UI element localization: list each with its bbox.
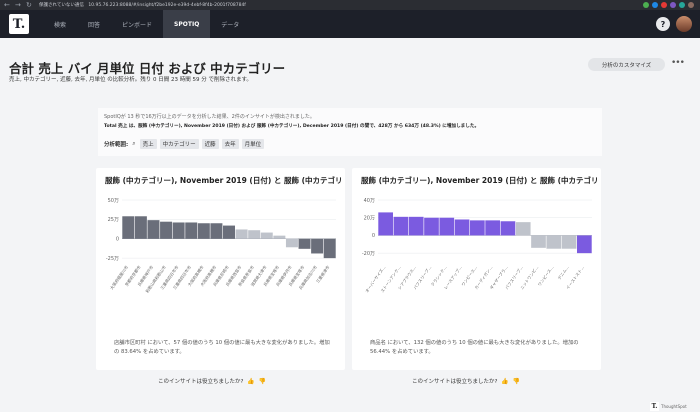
profile-icon[interactable] [688,2,694,8]
y-tick-label: 50万 [108,198,119,204]
extension-icon[interactable] [643,2,649,8]
insight-card-1[interactable]: 服飾 (中カテゴリー), November 2019 (日付) と 服飾 (中カ… [96,168,345,370]
insight-card-title: 服飾 (中カテゴリー), November 2019 (日付) と 服飾 (中カ… [361,176,597,185]
brand-logo-icon: T. [650,402,659,411]
scope-chip-sales[interactable]: 売上 [139,139,157,149]
y-tick-label: 40万 [364,198,375,204]
bar[interactable] [285,238,298,248]
bar[interactable] [470,220,485,236]
tab-spotiq[interactable]: SPOTIQ [163,10,211,38]
reload-icon[interactable]: ↻ [26,1,33,9]
tab-search[interactable]: 検索 [43,10,77,38]
customize-analysis-button[interactable]: 分析のカスタマイズ [588,58,665,71]
y-tick-label: 20万 [364,216,375,222]
bar[interactable] [273,235,286,239]
back-arrow-icon[interactable]: ← [4,1,11,9]
bar[interactable] [235,229,248,239]
bar[interactable] [424,217,439,236]
feedback-question: このインサイトは役立ちましたか? [412,379,498,385]
bar[interactable] [561,235,577,249]
extension-icon[interactable] [652,2,658,8]
feedback-row-1: このインサイトは役立ちましたか? 👍 👎 [158,377,266,386]
feedback-question: このインサイトは役立ちましたか? [158,379,244,385]
thumbs-up-icon[interactable]: 👍 [247,378,254,385]
bar[interactable] [147,220,160,239]
insight-card-description: 商品名 において、132 個の値のうち 10 個の値に最も大きな変化がありました… [370,340,579,355]
scope-chip-last-year[interactable]: 去年 [221,139,239,149]
extension-icons [643,2,694,8]
bar[interactable] [134,216,147,239]
bar[interactable] [210,223,223,239]
app-navbar: T. 検索 回答 ピンボード SPOTIQ データ ? [0,10,700,38]
brand-name: ThoughtSpot [661,404,687,409]
browser-toolbar: ← → ↻ 保護されていない通信 10.95.76.223:8088/#/ins… [0,0,700,10]
avatar[interactable] [676,16,692,32]
insight-detail-text: Total 売上 は、服飾 (中カテゴリー), November 2019 (日… [104,124,480,129]
insight-summary-text: SpotIQが 13 秒で16万行以上のデータを分析した結果、2件のインサイトが… [104,114,315,120]
forward-arrow-icon[interactable]: → [15,1,22,9]
insight-card-description: 店舗市区町村 において、57 個の値のうち 10 個の値に最も大きな変化がありま… [114,340,330,355]
bar[interactable] [439,217,455,236]
bar[interactable] [378,212,393,236]
bar[interactable] [298,238,311,249]
help-icon[interactable]: ? [656,17,670,31]
y-tick-label: 25万 [108,217,119,223]
extension-icon[interactable] [670,2,676,8]
search-icon: ⌕ [132,140,136,147]
bar[interactable] [185,222,198,239]
bar[interactable] [531,235,546,248]
scope-chip-kondo[interactable]: 近藤 [201,139,219,149]
bar[interactable] [454,219,470,236]
bar[interactable] [485,220,500,236]
scope-chip-monthly[interactable]: 月単位 [241,139,265,149]
bar[interactable] [311,238,324,254]
y-tick-label: -20万 [362,251,375,257]
bar-chart-store-city: 50万25万0-25万大阪府寝屋川市京都府京都市兵庫県神戸市和歌山県和歌山市三重… [106,198,336,294]
x-tick-label: ワンピース… [537,265,555,287]
more-options-icon[interactable]: ••• [671,58,685,68]
y-tick-label: 0 [116,237,119,243]
bar[interactable] [197,223,210,239]
nav-tabs: 検索 回答 ピンボード SPOTIQ データ [43,10,250,38]
scope-chip-category[interactable]: 中カテゴリー [159,139,199,149]
tab-answers[interactable]: 回答 [77,10,111,38]
thumbs-down-icon[interactable]: 👎 [259,378,266,385]
bar[interactable] [577,235,592,254]
y-tick-label: 0 [372,233,375,239]
feedback-row-2: このインサイトは役立ちましたか? 👍 👎 [412,377,520,386]
bar[interactable] [172,222,185,239]
insight-card-2[interactable]: 服飾 (中カテゴリー), November 2019 (日付) と 服飾 (中カ… [352,168,601,370]
bar[interactable] [408,216,424,236]
bar[interactable] [546,235,562,249]
x-tick-label: デニム… [556,264,570,281]
extension-icon[interactable] [679,2,685,8]
security-warning: 保護されていない通信 [39,3,84,8]
thoughtspot-brand: T. ThoughtSpot [650,402,687,411]
bar[interactable] [248,230,261,239]
thumbs-up-icon[interactable]: 👍 [501,378,508,385]
url-text: 10.95.76.223:8088/#/insight/f2be192e-e39… [88,3,246,8]
insight-card-title: 服飾 (中カテゴリー), November 2019 (日付) と 服飾 (中カ… [105,176,341,185]
scope-label: 分析範囲: [104,142,129,148]
bar[interactable] [260,232,273,239]
bar[interactable] [323,238,336,259]
page-subtitle: 売上, 中カテゴリー, 近藤, 去年, 月単位 の比較分析。残り 0 日間 23… [9,77,252,83]
thoughtspot-logo[interactable]: T. [9,14,29,34]
y-tick-label: -25万 [106,256,119,262]
analysis-scope: 分析範囲: ⌕ 売上 中カテゴリー 近藤 去年 月単位 [104,139,267,149]
tab-data[interactable]: データ [210,10,250,38]
bar-chart-product-name: 40万20万0-20万オーバーサイズ…ストーンアンク…シアブラウス…パフスリーブ… [362,198,592,294]
address-bar[interactable]: 保護されていない通信 10.95.76.223:8088/#/insight/f… [39,2,246,8]
bar[interactable] [122,216,135,239]
extension-icon[interactable] [661,2,667,8]
bar[interactable] [160,221,173,239]
bar[interactable] [393,216,409,236]
bar[interactable] [500,221,516,236]
bar[interactable] [223,225,235,239]
tab-pinboards[interactable]: ピンボード [111,10,163,38]
bar[interactable] [515,222,531,236]
thumbs-down-icon[interactable]: 👎 [513,378,520,385]
